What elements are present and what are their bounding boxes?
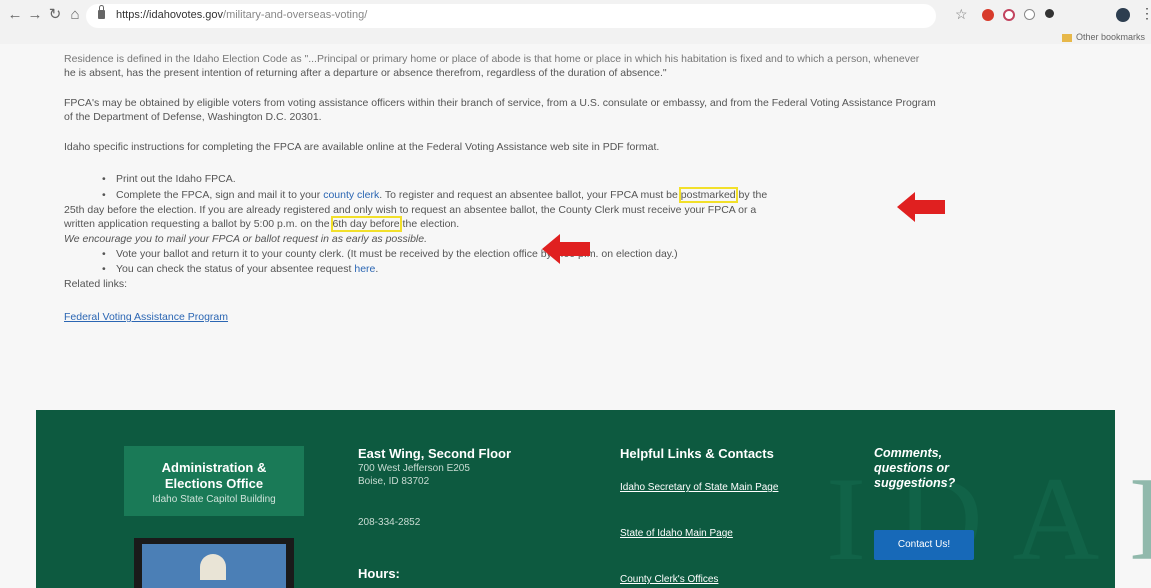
adblock-extension-icon[interactable] bbox=[982, 9, 994, 21]
address-bar[interactable]: https://idahovotes.gov/military-and-over… bbox=[86, 4, 936, 28]
postmarked-highlight: postmarked bbox=[678, 187, 738, 203]
address-line-1: 700 West Jefferson E205 bbox=[358, 463, 470, 474]
hours-title: Hours: bbox=[358, 566, 400, 581]
lock-icon bbox=[98, 5, 105, 19]
county-clerks-offices-link[interactable]: County Clerk's Offices bbox=[620, 574, 718, 585]
other-bookmarks[interactable]: Other bookmarks bbox=[1062, 32, 1145, 42]
related-links-label: Related links: bbox=[64, 278, 128, 290]
sixth-day-highlight: 6th day before bbox=[330, 216, 402, 232]
helpful-links-title: Helpful Links & Contacts bbox=[620, 446, 774, 461]
fpca-paragraph-line-1: FPCA's may be obtained by eligible voter… bbox=[64, 97, 936, 109]
home-icon[interactable]: ⌂ bbox=[66, 6, 84, 24]
comments-line-1: Comments, bbox=[874, 446, 943, 460]
status-here-link[interactable]: here bbox=[354, 263, 375, 275]
admin-title-1: Administration & bbox=[161, 460, 267, 475]
bullet-print-fpca: Print out the Idaho FPCA. bbox=[102, 172, 236, 186]
dark-extension-icon[interactable] bbox=[1045, 9, 1054, 18]
contact-us-button[interactable]: Contact Us! bbox=[874, 530, 974, 560]
residence-paragraph-line-1: Residence is defined in the Idaho Electi… bbox=[64, 53, 920, 65]
address-title: East Wing, Second Floor bbox=[358, 446, 512, 461]
sos-main-page-link[interactable]: Idaho Secretary of State Main Page bbox=[620, 482, 778, 493]
comments-heading: Comments, questions or suggestions? bbox=[874, 446, 994, 491]
phone-number: 208-334-2852 bbox=[358, 517, 421, 528]
reload-icon[interactable]: ↻ bbox=[46, 6, 64, 24]
admin-subtitle: Idaho State Capitol Building bbox=[152, 494, 276, 505]
back-icon[interactable]: ← bbox=[6, 6, 24, 24]
capitol-dome-icon bbox=[200, 554, 226, 580]
residence-paragraph-line-2: he is absent, has the present intention … bbox=[64, 67, 667, 79]
red-arrow-sixth-day-icon bbox=[542, 234, 590, 264]
deadline-line: 25th day before the election. If you are… bbox=[64, 204, 757, 216]
instructions-paragraph: Idaho specific instructions for completi… bbox=[64, 141, 660, 153]
forward-icon[interactable]: → bbox=[26, 6, 44, 24]
written-application-line: written application requesting a ballot … bbox=[64, 216, 1109, 232]
profile-avatar-icon[interactable] bbox=[1116, 8, 1130, 22]
written-text-a: written application requesting a ballot … bbox=[64, 218, 333, 230]
county-clerk-link[interactable]: county clerk bbox=[323, 189, 379, 201]
browser-toolbar: ← → ↻ ⌂ https://idahovotes.gov/military-… bbox=[0, 0, 1151, 44]
fpca-paragraph-line-2: of the Department of Defense, Washington… bbox=[64, 111, 322, 123]
circle-extension-icon[interactable] bbox=[1024, 9, 1035, 20]
state-main-page-link[interactable]: State of Idaho Main Page bbox=[620, 528, 733, 539]
address-line-2: Boise, ID 83702 bbox=[358, 476, 430, 487]
browser-menu-icon[interactable]: ⋮ bbox=[1140, 5, 1151, 22]
url-path: /military-and-overseas-voting/ bbox=[223, 9, 368, 21]
complete-text-a: Complete the FPCA, sign and mail it to y… bbox=[116, 189, 324, 201]
privacy-extension-icon[interactable] bbox=[1003, 9, 1015, 21]
red-arrow-postmarked-icon bbox=[897, 192, 945, 222]
bullet-complete-fpca: Complete the FPCA, sign and mail it to y… bbox=[102, 187, 768, 203]
status-text-a: You can check the status of your absente… bbox=[116, 263, 355, 275]
complete-text-b: . To register and request an absentee ba… bbox=[379, 189, 681, 201]
folder-icon bbox=[1062, 33, 1072, 42]
bullet-vote: Vote your ballot and return it to your c… bbox=[102, 247, 678, 261]
capitol-building-image bbox=[134, 538, 294, 588]
address-url[interactable]: https://idahovotes.gov/military-and-over… bbox=[116, 9, 367, 21]
site-footer: IDAHO Administration & Elections Office … bbox=[36, 410, 1151, 588]
complete-text-c: by the bbox=[735, 189, 768, 201]
status-text-b: . bbox=[375, 263, 379, 275]
written-text-b: the election. bbox=[399, 218, 460, 230]
fvap-link[interactable]: Federal Voting Assistance Program bbox=[64, 311, 228, 323]
admin-office-box: Administration & Elections Office Idaho … bbox=[124, 446, 304, 516]
admin-title-2: Elections Office bbox=[164, 476, 264, 491]
bullet-check-status: You can check the status of your absente… bbox=[102, 262, 379, 276]
other-bookmarks-label: Other bookmarks bbox=[1076, 32, 1146, 42]
bookmark-star-icon[interactable]: ☆ bbox=[955, 6, 968, 23]
comments-line-2: questions or bbox=[874, 461, 950, 475]
comments-line-3: suggestions? bbox=[874, 476, 956, 490]
url-host: https://idahovotes.gov bbox=[116, 9, 224, 21]
